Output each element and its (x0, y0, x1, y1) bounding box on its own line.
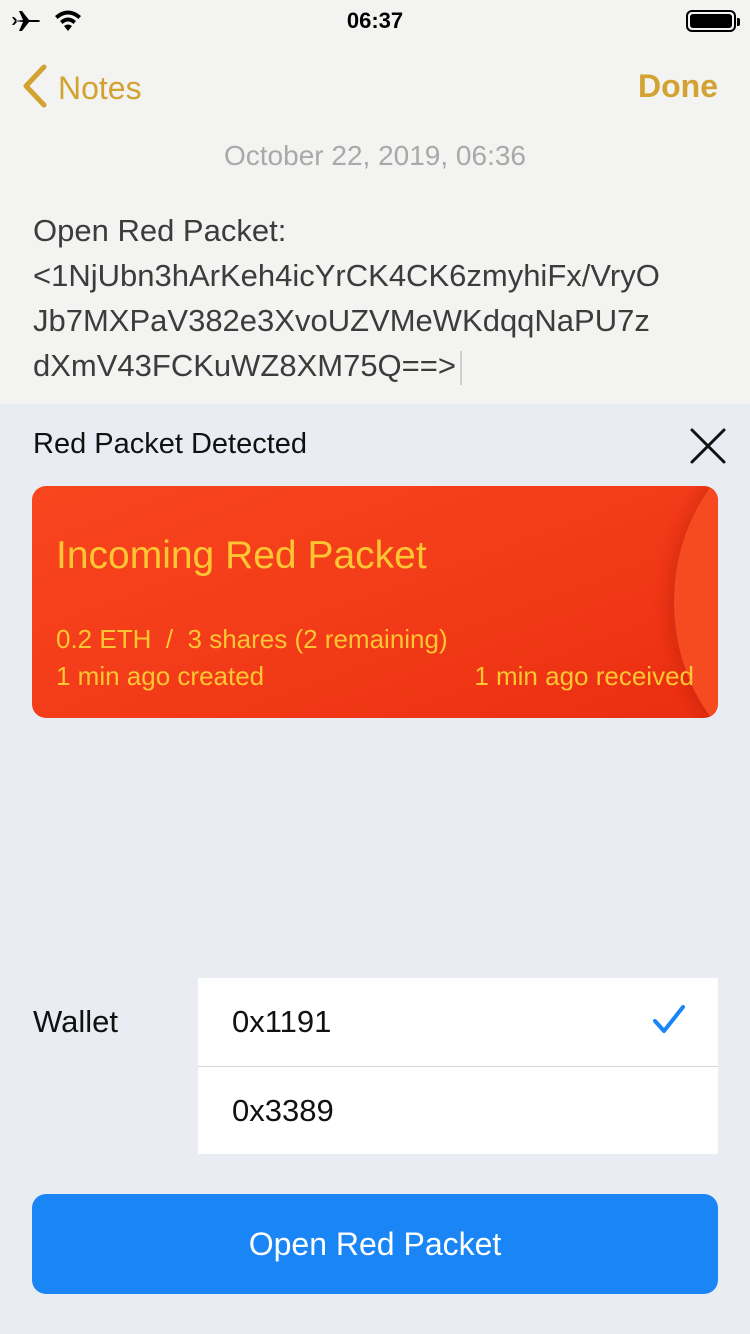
wallet-selector: 0x1191 0x3389 (198, 978, 718, 1154)
done-button[interactable]: Done (638, 68, 718, 105)
note-body[interactable]: Open Red Packet: <1NjUbn3hArKeh4icYrCK4C… (33, 208, 723, 388)
back-label: Notes (58, 70, 142, 106)
back-button[interactable]: Notes (22, 64, 142, 113)
status-time: 06:37 (346, 8, 404, 33)
wallet-option-selected[interactable]: 0x1191 (198, 978, 718, 1066)
packet-created-time: 1 min ago created (56, 661, 265, 691)
note-line-last: dXmV43FCKuWZ8XM75Q==> (33, 343, 723, 388)
wallet-label: Wallet (33, 1004, 118, 1039)
close-button[interactable] (684, 422, 732, 470)
note-line-text: dXmV43FCKuWZ8XM75Q==> (33, 348, 456, 383)
chevron-left-icon (22, 64, 48, 113)
text-caret (459, 350, 462, 385)
close-icon (684, 428, 732, 474)
red-packet-sheet: Red Packet Detected Incoming Red Packet … (0, 404, 750, 1334)
wallet-address: 0x3389 (232, 1093, 334, 1128)
packet-amount: 0.2 ETH (56, 624, 152, 654)
wallet-option[interactable]: 0x3389 (198, 1066, 718, 1154)
packet-received-time: 1 min ago received (474, 661, 694, 691)
note-line: Jb7MXPaV382e3XvoUZVMeWKdqqNaPU7z (33, 303, 650, 338)
note-line: <1NjUbn3hArKeh4icYrCK4CK6zmyhiFx/VryO (33, 258, 660, 293)
note-line: Open Red Packet: (33, 213, 287, 248)
note-date: October 22, 2019, 06:36 (224, 140, 526, 171)
open-red-packet-button[interactable]: Open Red Packet (32, 1194, 718, 1294)
notes-background: 06:37 Notes Done October 22, 2019, 06:36… (0, 0, 750, 404)
checkmark-icon (652, 1004, 686, 1041)
packet-amount-shares: 0.2 ETH / 3 shares (2 remaining) (56, 624, 448, 655)
status-bar: 06:37 (0, 0, 750, 40)
packet-shares: 3 shares (2 remaining) (187, 624, 448, 654)
packet-separator: / (165, 624, 174, 654)
packet-title: Incoming Red Packet (56, 534, 427, 577)
battery-icon (686, 10, 740, 32)
sheet-title: Red Packet Detected (33, 428, 308, 460)
wallet-address: 0x1191 (232, 1004, 332, 1039)
red-packet-card: Incoming Red Packet 0.2 ETH / 3 shares (… (32, 486, 718, 718)
navigation-bar: Notes Done (0, 56, 750, 112)
